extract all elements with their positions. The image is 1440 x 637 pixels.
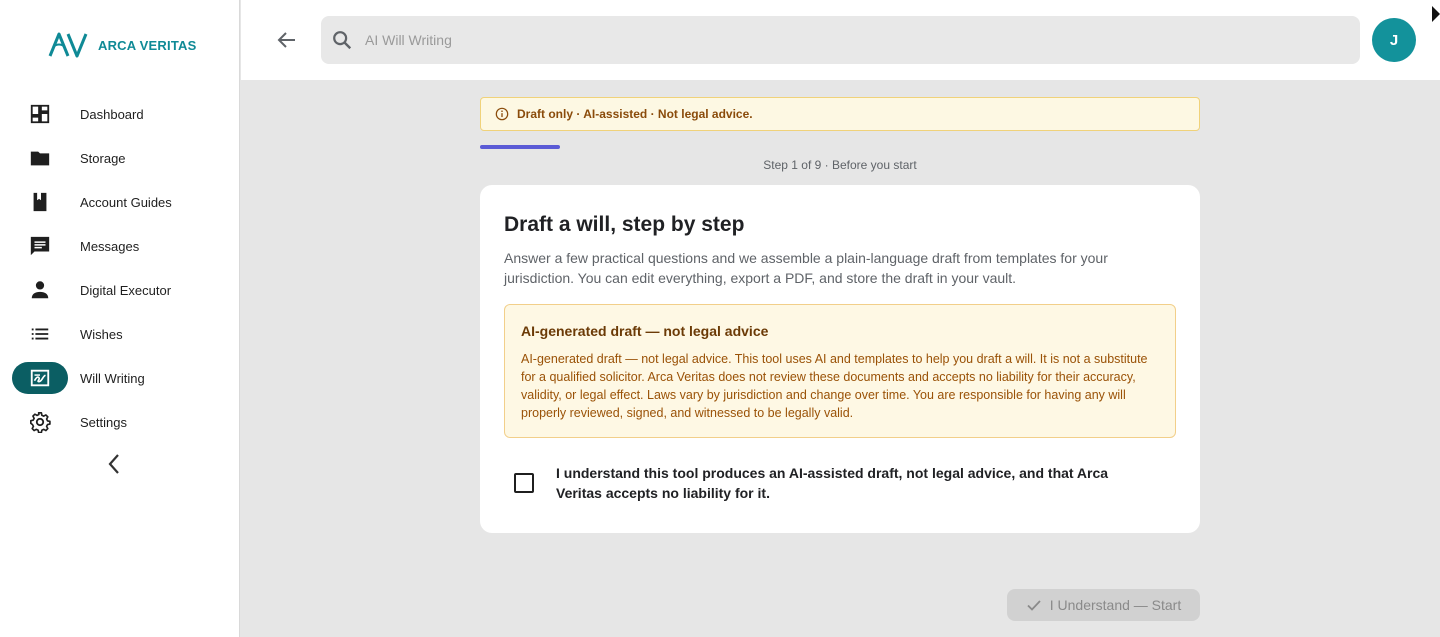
sidebar-item-dashboard[interactable]: Dashboard (0, 92, 240, 136)
progress-bar (480, 145, 1200, 149)
check-icon (1027, 600, 1041, 611)
list-icon (12, 318, 68, 350)
intro-card: Draft a will, step by step Answer a few … (480, 185, 1200, 533)
acknowledge-checkbox[interactable] (514, 473, 534, 493)
sidebar-item-wishes[interactable]: Wishes (0, 312, 240, 356)
search-icon (333, 31, 352, 50)
sidebar-item-label: Storage (80, 150, 126, 166)
sidebar-item-label: Wishes (80, 326, 123, 342)
dashboard-icon (12, 98, 68, 130)
chat-icon (12, 230, 68, 262)
acknowledge-label[interactable]: I understand this tool produces an AI-as… (556, 463, 1156, 503)
sidebar-item-label: Account Guides (80, 194, 172, 210)
legal-warning-box: AI-generated draft — not legal advice AI… (504, 304, 1176, 438)
intro-description: Answer a few practical questions and we … (504, 250, 1108, 286)
disclaimer-banner-text: Draft only · AI-assisted · Not legal adv… (517, 107, 753, 121)
disclaimer-banner: Draft only · AI-assisted · Not legal adv… (480, 97, 1200, 131)
person-icon (12, 274, 68, 306)
progress-fill (480, 145, 560, 149)
sidebar-item-label: Settings (80, 414, 127, 430)
sidebar-item-account-guides[interactable]: Account Guides (0, 180, 240, 224)
sidebar-item-will-writing[interactable]: Will Writing (0, 356, 240, 400)
sidebar-item-digital-executor[interactable]: Digital Executor (0, 268, 240, 312)
sidebar-item-storage[interactable]: Storage (0, 136, 240, 180)
back-button[interactable] (273, 26, 301, 54)
start-button-label: I Understand — Start (1049, 597, 1182, 613)
collapse-sidebar-button[interactable] (102, 450, 126, 478)
legal-warning-title: AI-generated draft — not legal advice (521, 323, 769, 339)
brand-name: ARCA VERITAS (98, 37, 197, 53)
step-indicator: Step 1 of 9 · Before you start (763, 158, 917, 172)
signature-icon (12, 362, 68, 394)
sidebar: ARCA VERITAS Dashboard Storage Account G… (0, 0, 240, 637)
mouse-cursor-icon (1432, 6, 1440, 22)
arrow-left-icon (277, 32, 295, 48)
sidebar-item-settings[interactable]: Settings (0, 400, 240, 444)
top-bar: J (241, 0, 1440, 80)
sidebar-item-messages[interactable]: Messages (0, 224, 240, 268)
user-avatar[interactable]: J (1372, 18, 1416, 62)
book-icon (12, 186, 68, 218)
arca-veritas-logo-icon (48, 32, 88, 58)
sidebar-item-label: Messages (80, 238, 140, 254)
page-title: Draft a will, step by step (504, 213, 745, 236)
folder-icon (12, 142, 68, 174)
sidebar-item-label: Digital Executor (80, 282, 172, 298)
sidebar-nav: Dashboard Storage Account Guides Message… (0, 92, 240, 444)
search-bar[interactable] (321, 16, 1360, 64)
understand-start-button[interactable]: I Understand — Start (1007, 589, 1200, 621)
sidebar-item-label: Dashboard (80, 106, 144, 122)
chevron-left-icon (108, 454, 119, 474)
gear-icon (12, 406, 68, 438)
info-icon (495, 107, 509, 121)
sidebar-item-label: Will Writing (80, 370, 145, 386)
legal-warning-body: AI-generated draft — not legal advice. T… (521, 352, 1148, 420)
brand-logo[interactable]: ARCA VERITAS (48, 30, 196, 60)
search-input[interactable] (365, 16, 1345, 64)
